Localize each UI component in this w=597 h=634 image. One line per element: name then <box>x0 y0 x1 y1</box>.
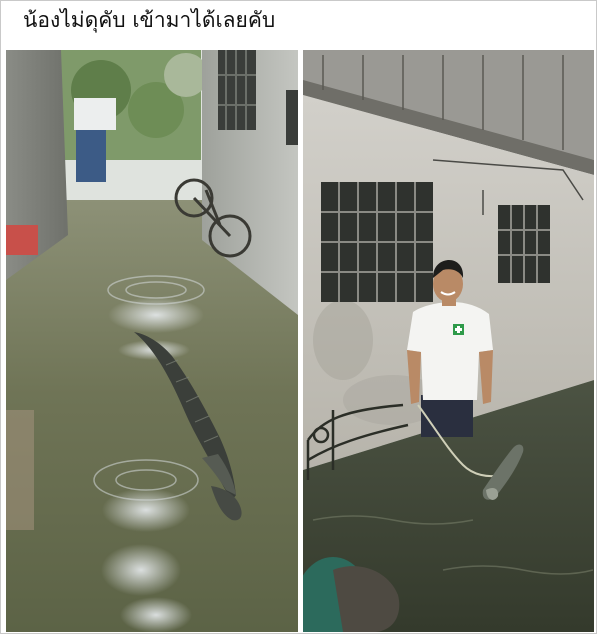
post-caption: น้องไม่ดุคับ เข้ามาได้เลยคับ <box>23 8 276 32</box>
photo-man-with-crocodile[interactable] <box>303 50 594 632</box>
alley-flood-illustration <box>6 50 298 632</box>
man-flood-illustration <box>303 50 594 632</box>
photo-crocodile-in-alley[interactable] <box>6 50 298 632</box>
post-frame: น้องไม่ดุคับ เข้ามาได้เลยคับ <box>0 0 597 634</box>
